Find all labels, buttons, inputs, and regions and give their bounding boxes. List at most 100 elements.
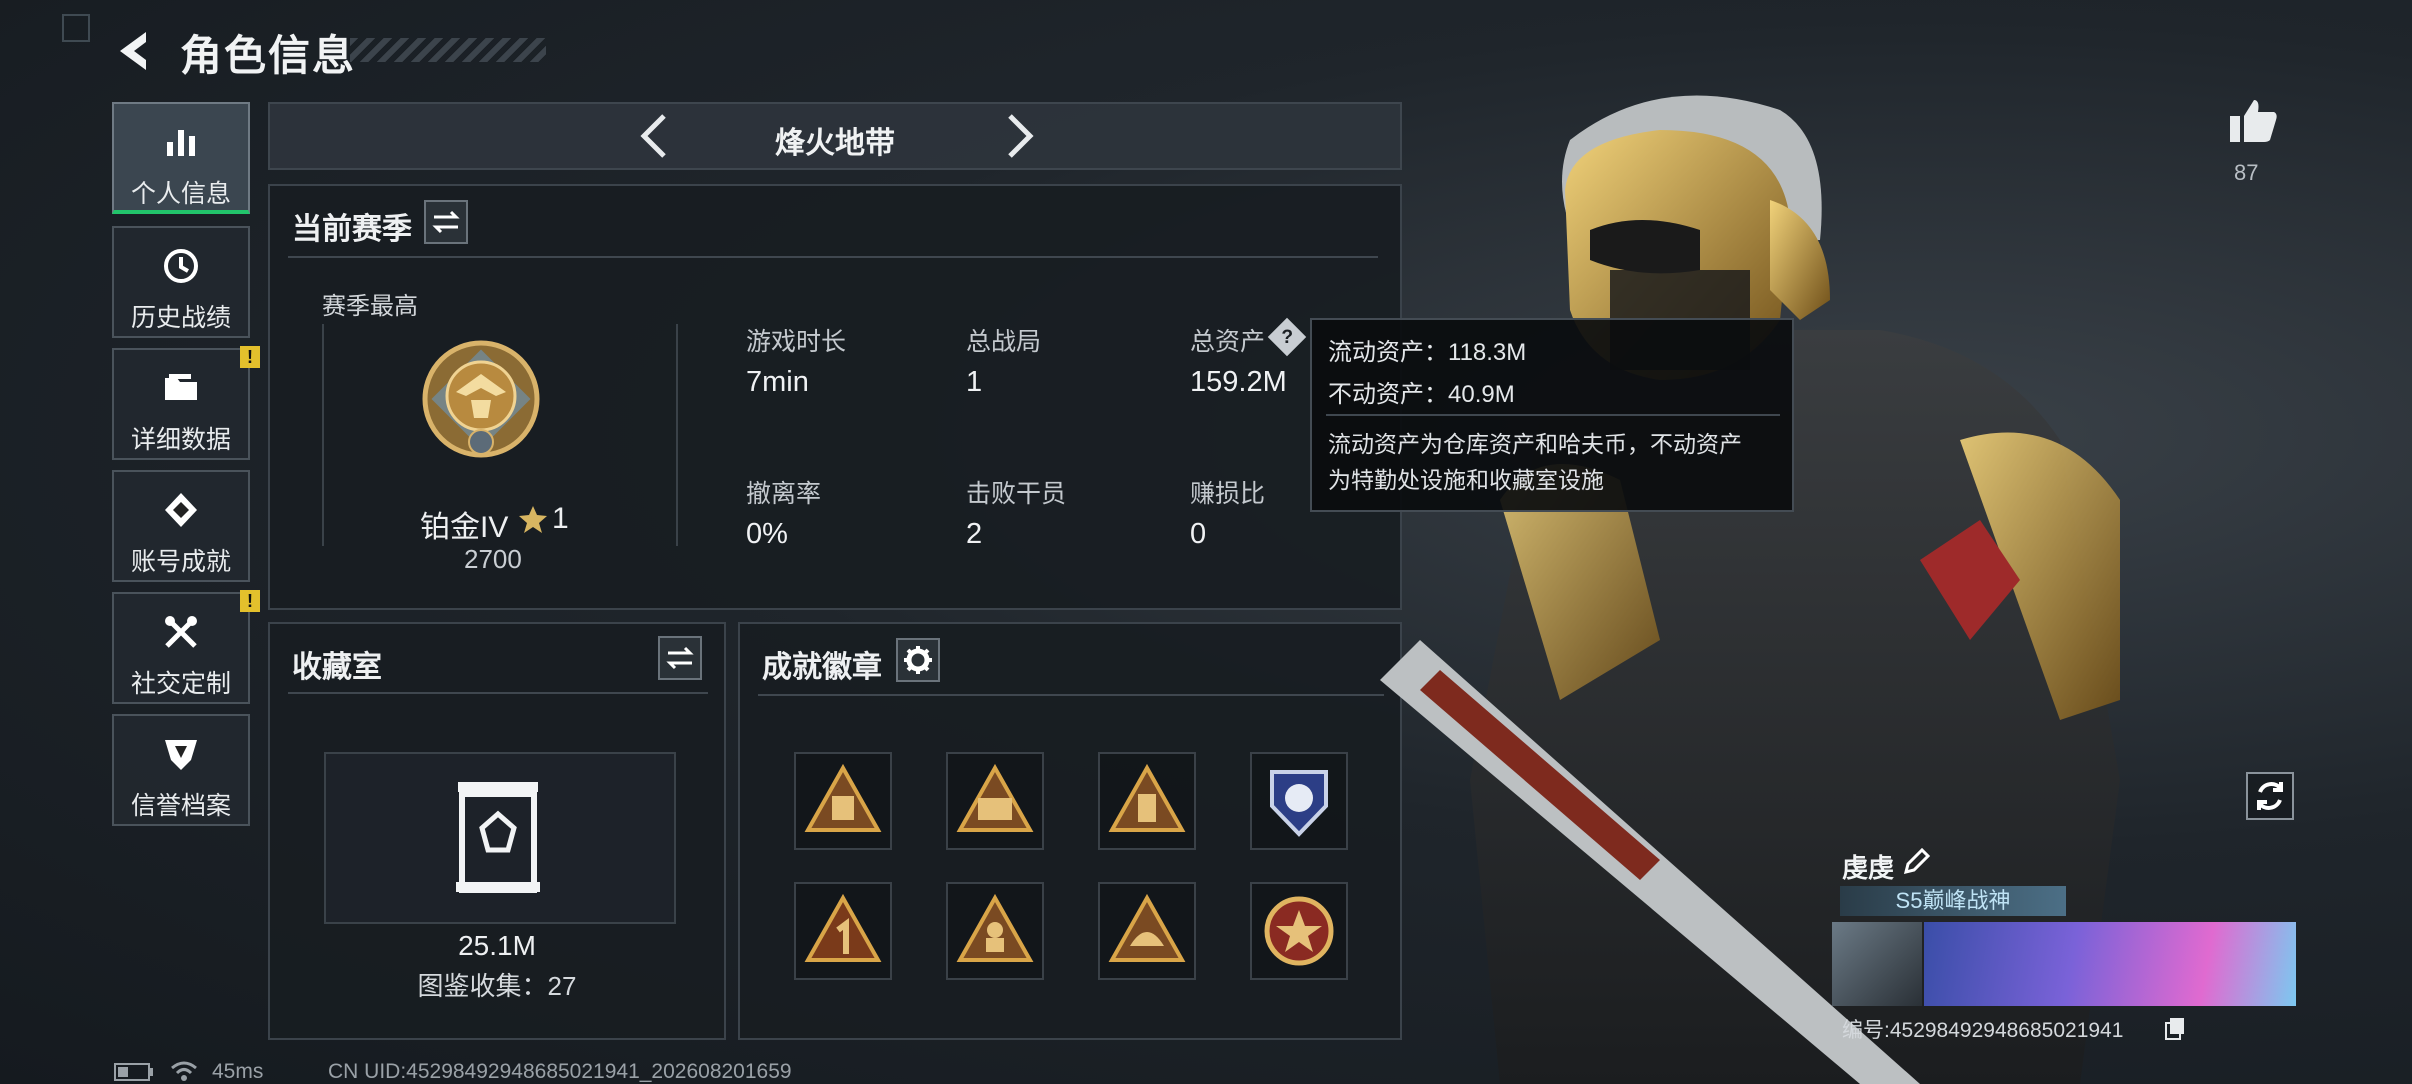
nav-item-history[interactable]: 历史战绩: [112, 226, 250, 338]
achievement-title: 成就徽章: [762, 651, 882, 684]
gear-icon: [904, 646, 932, 674]
tooltip-liquid-assets: 流动资产：118.3M: [1328, 339, 1527, 366]
shield-blue-badge-icon: [1270, 770, 1328, 837]
rotate-view-button[interactable]: [2246, 772, 2294, 820]
title-hatch-decoration: [350, 38, 546, 62]
player-name: 虔虔: [1842, 853, 1895, 883]
asset-tooltip: 流动资产：118.3M 不动资产：40.9M 流动资产为仓库资产和哈夫币，不动资…: [1310, 318, 1794, 512]
stat-value: 1: [966, 366, 983, 398]
player-avatar: [1832, 922, 1922, 1006]
collection-title: 收藏室: [292, 651, 382, 684]
help-icon[interactable]: ?: [1267, 317, 1307, 357]
rank-points: 2700: [464, 544, 522, 574]
soldier-triangle-badge-icon: [956, 893, 1034, 962]
nav-label: 个人信息: [130, 180, 231, 208]
collection-count: 图鉴收集：27: [417, 971, 577, 1001]
nav-item-personal-info[interactable]: 个人信息: [112, 102, 250, 214]
nav-label: 详细数据: [130, 426, 231, 454]
corner-decoration: [62, 14, 90, 42]
achievement-badge[interactable]: [1098, 882, 1196, 980]
nav-label: 信誉档案: [130, 792, 231, 820]
achievement-badge[interactable]: [794, 882, 892, 980]
star-circle-badge-icon: [1264, 896, 1334, 966]
achievement-badge[interactable]: [1098, 752, 1196, 850]
swap-icon: [666, 646, 694, 670]
nav-label: 历史战绩: [130, 304, 231, 332]
folder-icon: [165, 374, 197, 400]
season-swap-button[interactable]: [424, 200, 468, 244]
vault-door-icon: [456, 782, 540, 893]
achievement-badge[interactable]: [1250, 882, 1348, 980]
nav-label: 社交定制: [130, 670, 231, 698]
achievement-settings-button[interactable]: [896, 638, 940, 682]
nav-item-social[interactable]: 社交定制 !: [112, 590, 260, 704]
stat-value: 0%: [746, 518, 788, 550]
battery-icon: [114, 1063, 153, 1081]
achievement-panel: 成就徽章: [738, 622, 1402, 1040]
rank-stars: 1: [552, 502, 569, 535]
nav-item-achievements[interactable]: 账号成就: [112, 470, 250, 582]
player-id: 编号:4529849294868502194​1: [1842, 1019, 2124, 1042]
tooltip-note-line1: 流动资产为仓库资产和哈夫币，不动资产: [1328, 431, 1742, 457]
stat-label: 击败干员: [966, 480, 1067, 508]
player-banner-image: [1924, 922, 2296, 1006]
nav-item-detailed-data[interactable]: 详细数据 !: [112, 346, 260, 460]
divider: [1326, 414, 1780, 416]
bag-triangle-badge-icon: [804, 763, 882, 832]
history-clock-icon: [164, 249, 198, 283]
season-title: 当前赛季: [292, 213, 412, 246]
s5-triangle-badge-icon: [956, 763, 1034, 832]
player-title-badge: S5巅峰战神: [1840, 886, 2066, 916]
next-mode-arrow-icon[interactable]: [992, 110, 1044, 162]
thumbs-up-icon[interactable]: [2228, 98, 2278, 144]
collection-panel: 收藏室 25.1M 图鉴收集：27: [268, 622, 726, 1040]
copy-icon[interactable]: [2164, 1016, 2186, 1040]
like-count: 87: [2234, 160, 2259, 185]
lantern-triangle-badge-icon: [1108, 763, 1186, 832]
player-card[interactable]: 虔虔 S5巅峰战神: [1832, 838, 2296, 1016]
season-best-label: 赛季最高: [322, 293, 418, 320]
helmet-triangle-badge-icon: [1108, 893, 1186, 962]
tooltip-fixed-assets: 不动资产：40.9M: [1328, 381, 1515, 408]
achievement-badge[interactable]: [946, 882, 1044, 980]
uid-text: CN UID:452984929486850219​41_20260820165…: [328, 1060, 792, 1083]
nav-item-credit[interactable]: 信誉档案: [112, 714, 250, 826]
achievement-badge[interactable]: [1250, 752, 1348, 850]
stat-value: 159.2M: [1190, 366, 1287, 398]
number-one-triangle-badge-icon: [804, 893, 882, 962]
divider: [288, 256, 1378, 258]
stat-label: 游戏时长: [746, 328, 847, 356]
stat-label: 总资产: [1190, 328, 1266, 356]
stat-value: 7min: [746, 366, 809, 398]
page-title: 角色信息: [180, 32, 357, 79]
collection-value: 25.1M: [458, 930, 536, 961]
nav-label: 账号成就: [130, 548, 231, 576]
star-icon: [519, 506, 547, 533]
stat-value: 2: [966, 518, 983, 550]
tooltip-note-line2: 为特勤处设施和收藏室设施: [1328, 467, 1604, 493]
mode-label: 烽火地带: [775, 127, 895, 160]
mode-switcher: 烽火地带: [268, 102, 1402, 170]
rank-name: 铂金IV: [420, 511, 509, 544]
bar-chart-icon: [167, 130, 195, 156]
achievement-icon: [165, 493, 197, 527]
help-mark: ?: [1281, 325, 1293, 348]
warning-badge: !: [240, 346, 260, 368]
ping-text: 45ms: [212, 1060, 264, 1083]
achievement-badge[interactable]: [794, 752, 892, 850]
tools-icon: [165, 616, 197, 648]
season-panel: 当前赛季 赛季最高 铂金IV 1 2700 游戏时长 7min 总战局 1 总资…: [268, 184, 1402, 610]
refresh-icon: [2257, 782, 2283, 810]
achievement-badge[interactable]: [946, 752, 1044, 850]
collection-swap-button[interactable]: [658, 636, 702, 680]
platinum-rank-emblem-icon: [422, 340, 540, 458]
divider: [758, 694, 1384, 696]
edit-pencil-icon[interactable]: [1902, 848, 1930, 876]
shield-badge-icon: [165, 740, 197, 770]
warning-badge: !: [240, 590, 260, 612]
stat-label: 赚损比: [1190, 480, 1266, 508]
stat-label: 总战局: [966, 328, 1042, 356]
wifi-icon: [171, 1061, 197, 1081]
stat-label: 撤离率: [746, 480, 822, 508]
back-arrow-icon[interactable]: [112, 28, 158, 74]
